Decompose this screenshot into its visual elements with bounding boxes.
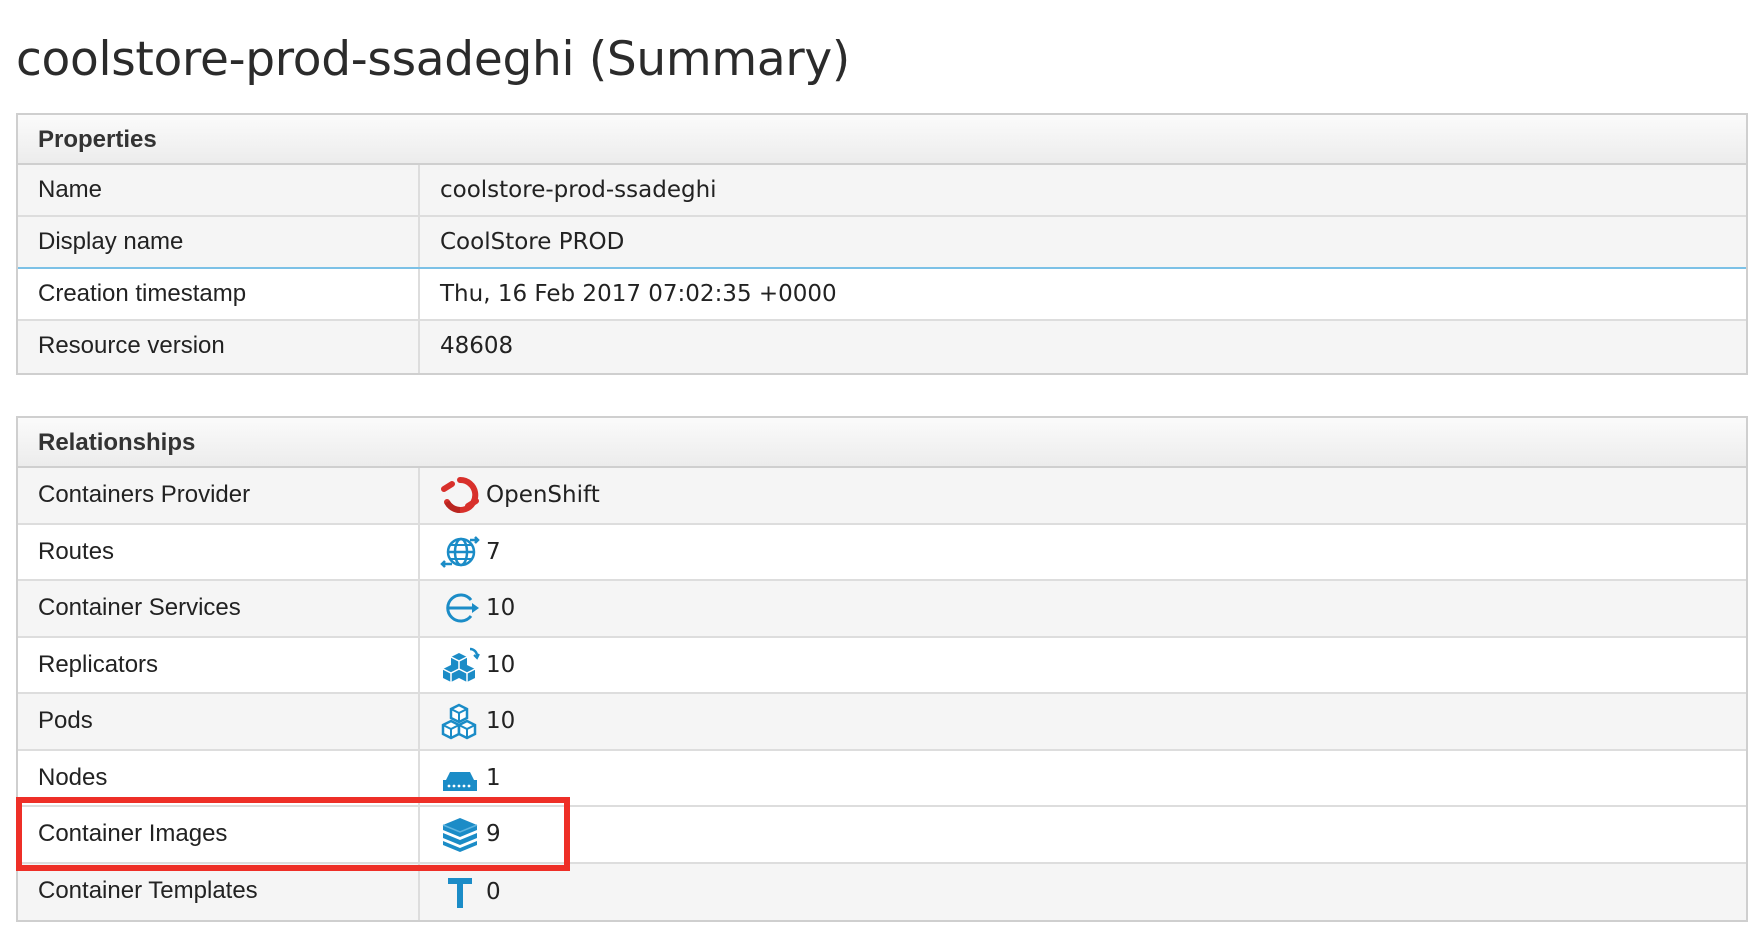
relationships-panel: Relationships Containers Provider OpenSh… <box>16 416 1748 922</box>
relationship-label: Routes <box>18 524 420 579</box>
property-value: coolstore-prod-ssadeghi <box>440 177 717 203</box>
relationship-value: 0 <box>420 864 1746 921</box>
relationships-heading: Relationships <box>18 418 1746 468</box>
relationship-label: Container Templates <box>18 863 420 920</box>
relationship-value-link[interactable]: 7 <box>420 525 1746 580</box>
relationship-value-link[interactable]: 10 <box>420 694 1746 749</box>
relationship-label: Pods <box>18 694 420 749</box>
relationship-value-text: 0 <box>486 878 501 905</box>
relationship-value-link[interactable]: 10 <box>420 638 1746 693</box>
page-title: coolstore-prod-ssadeghi (Summary) <box>16 32 850 87</box>
relationship-value-text: 10 <box>486 708 516 735</box>
property-label: Resource version <box>18 321 420 373</box>
relationship-value-text: 7 <box>486 538 501 565</box>
properties-panel: Properties Name coolstore-prod-ssadeghi … <box>16 113 1748 375</box>
relationship-row-routes[interactable]: Routes 7 <box>18 524 1746 581</box>
relationship-value-link[interactable]: 9 <box>420 807 1746 862</box>
relationship-label: Container Services <box>18 581 420 636</box>
relationship-value-link[interactable]: 1 <box>420 751 1746 806</box>
property-value: CoolStore PROD <box>440 229 625 255</box>
relationship-row-container-services[interactable]: Container Services 10 <box>18 581 1746 638</box>
property-label: Display name <box>18 217 420 267</box>
relationship-value-text: OpenShift <box>486 482 600 509</box>
relationship-label: Container Images <box>18 807 420 862</box>
property-row-name: Name coolstore-prod-ssadeghi <box>18 165 1746 217</box>
template-t-icon <box>440 872 480 912</box>
relationship-row-replicators[interactable]: Replicators 10 <box>18 637 1746 694</box>
relationship-label: Replicators <box>18 637 420 692</box>
relationship-value-text: 10 <box>486 651 516 678</box>
relationship-value-link[interactable]: 10 <box>420 581 1746 636</box>
property-value: 48608 <box>440 333 514 359</box>
relationship-row-containers-provider[interactable]: Containers Provider OpenShift <box>18 468 1746 525</box>
property-value: Thu, 16 Feb 2017 07:02:35 +0000 <box>440 281 837 307</box>
relationship-row-container-templates: Container Templates 0 <box>18 863 1746 921</box>
relationship-value-text: 10 <box>486 595 516 622</box>
relationship-row-nodes[interactable]: Nodes 1 <box>18 750 1746 807</box>
relationship-label: Containers Provider <box>18 468 420 523</box>
server-node-icon <box>440 758 480 798</box>
relationship-row-pods[interactable]: Pods 10 <box>18 694 1746 751</box>
replicator-cubes-icon <box>440 645 480 685</box>
pod-cubes-icon <box>440 701 480 741</box>
property-label: Name <box>18 165 420 215</box>
property-row-resource-version: Resource version 48608 <box>18 321 1746 373</box>
property-row-display-name: Display name CoolStore PROD <box>18 217 1746 269</box>
property-row-creation-timestamp: Creation timestamp Thu, 16 Feb 2017 07:0… <box>18 269 1746 321</box>
service-icon <box>440 588 480 628</box>
relationship-label: Nodes <box>18 750 420 805</box>
properties-heading: Properties <box>18 115 1746 165</box>
openshift-icon <box>440 475 480 515</box>
relationship-value-text: 1 <box>486 764 501 791</box>
relationship-value-text: 9 <box>486 821 501 848</box>
relationship-row-container-images[interactable]: Container Images 9 <box>18 807 1746 864</box>
routes-globe-icon <box>440 532 480 572</box>
property-label: Creation timestamp <box>18 269 420 319</box>
relationship-value-link[interactable]: OpenShift <box>420 468 1746 523</box>
image-layers-icon <box>440 814 480 854</box>
